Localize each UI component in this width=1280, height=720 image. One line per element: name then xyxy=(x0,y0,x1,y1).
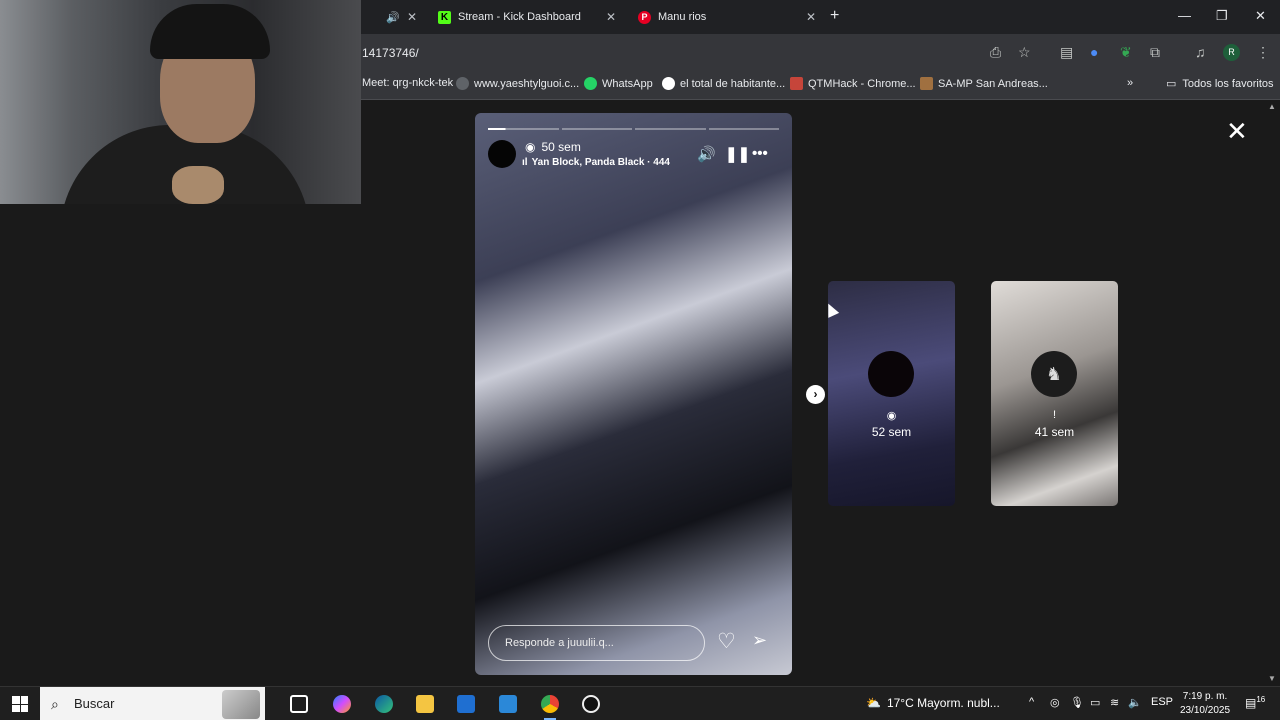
reply-input[interactable]: Responde a juuulii.q... xyxy=(488,625,705,661)
more-bookmarks-icon[interactable]: » xyxy=(1127,77,1133,89)
cloud-icon: ⛅ xyxy=(866,696,881,710)
task-view-icon[interactable] xyxy=(290,695,308,713)
menu-dots-icon[interactable]: ⋮ xyxy=(1256,44,1270,61)
story-music[interactable]: ıl Yan Block, Panda Black · 444 xyxy=(522,157,670,168)
close-icon[interactable]: ✕ xyxy=(407,10,417,24)
globe-icon xyxy=(456,77,469,90)
eye-icon: ◉ xyxy=(886,410,897,422)
puzzle-icon[interactable]: ⧉ xyxy=(1150,44,1160,61)
pinterest-icon: P xyxy=(638,10,651,24)
story-preview[interactable]: ♞ ! 41 sem xyxy=(991,281,1118,506)
tray-expand-icon[interactable]: ^ xyxy=(1029,696,1034,708)
qtm-icon xyxy=(790,77,803,90)
bookmark-yaeshty[interactable]: www.yaeshtylguoi.c... xyxy=(456,77,579,90)
scroll-down-arrow[interactable]: ▼ xyxy=(1268,674,1276,683)
notifications-button[interactable]: ▤16 xyxy=(1245,695,1265,710)
webcam-overlay xyxy=(0,0,361,204)
maximize-button[interactable]: ❐ xyxy=(1216,8,1228,24)
eye-icon: ◉ xyxy=(525,140,536,154)
tab-label: Manu rios xyxy=(658,11,707,23)
address-bar[interactable]: 14173746/ xyxy=(362,46,419,60)
file-explorer-icon[interactable] xyxy=(416,695,434,713)
bookmark-samp[interactable]: SA-MP San Andreas... xyxy=(920,77,1048,90)
screen: 🔊 ✕ K Stream - Kick Dashboard ✕ P Manu r… xyxy=(0,0,1280,720)
language-indicator[interactable]: ESP xyxy=(1151,696,1173,708)
tab-kick-dashboard[interactable]: K Stream - Kick Dashboard ✕ xyxy=(430,2,622,32)
tray-app-icon[interactable]: ◎ xyxy=(1050,696,1060,709)
preview-time: 41 sem xyxy=(1034,425,1075,439)
preview-avatar xyxy=(868,351,914,397)
scroll-up-arrow[interactable]: ▲ xyxy=(1268,102,1276,111)
story-views: ◉ 50 sem xyxy=(525,140,581,154)
bookmarks-folder[interactable]: ▭ Todos los favoritos xyxy=(1166,77,1274,91)
clock[interactable]: 7:19 p. m. 23/10/2025 xyxy=(1176,690,1234,718)
extension-green-icon[interactable]: ❦ xyxy=(1120,44,1132,61)
webcam-person-cap xyxy=(150,4,270,59)
samp-icon xyxy=(920,77,933,90)
speaker-icon: 🔊 xyxy=(386,11,400,24)
install-app-icon[interactable]: ⎙ xyxy=(990,44,1001,61)
start-button[interactable] xyxy=(12,696,28,712)
store-icon[interactable] xyxy=(457,695,475,713)
speaker-icon[interactable]: 🔈 xyxy=(1128,696,1142,709)
search-icon: ⌕ xyxy=(51,696,59,712)
new-tab-button[interactable]: + xyxy=(830,7,839,25)
story-progress xyxy=(488,128,779,130)
edge-icon[interactable] xyxy=(375,695,393,713)
window-close-button[interactable]: ✕ xyxy=(1255,8,1266,24)
close-viewer-button[interactable]: ✕ xyxy=(1226,118,1248,144)
tab-label: Stream - Kick Dashboard xyxy=(458,11,581,23)
music-bars-icon: ıl xyxy=(522,157,528,168)
tab-audio-playing[interactable]: 🔊 ✕ xyxy=(378,2,423,32)
webcam-shirt-print xyxy=(172,166,224,204)
exclamation-icon: ! xyxy=(1052,409,1057,421)
preview-avatar: ♞ xyxy=(1031,351,1077,397)
folder-icon: ▭ xyxy=(1166,78,1177,90)
wifi-icon[interactable]: ≋ xyxy=(1110,696,1119,709)
profile-avatar[interactable]: R xyxy=(1223,44,1240,61)
battery-icon[interactable]: ▭ xyxy=(1090,696,1100,709)
heart-icon[interactable]: ♡ xyxy=(717,631,736,652)
whatsapp-icon xyxy=(584,77,597,90)
story-preview[interactable]: ◉ 52 sem xyxy=(828,281,955,506)
close-icon[interactable]: ✕ xyxy=(806,10,816,24)
preview-time: 52 sem xyxy=(871,425,912,439)
taskbar: ⌕ Buscar ⛅ 17°C Mayorm. nubl... ^ ◎ 🎙 ▭ … xyxy=(0,686,1280,720)
media-control-icon[interactable]: ♫ xyxy=(1195,44,1206,60)
microphone-icon[interactable]: 🎙 xyxy=(1070,696,1084,709)
kick-icon: K xyxy=(438,10,451,24)
pause-icon[interactable]: ❚❚ xyxy=(725,145,750,163)
story-card[interactable]: ◉ 50 sem ıl Yan Block, Panda Black · 444… xyxy=(475,113,792,675)
bookmark-google[interactable]: el total de habitante... xyxy=(662,77,785,90)
mail-icon[interactable] xyxy=(499,695,517,713)
google-icon xyxy=(662,77,675,90)
bookmark-meet[interactable]: Meet: qrg-nkck-tek xyxy=(362,77,453,89)
reader-icon[interactable]: ▤ xyxy=(1060,44,1073,61)
next-story-button[interactable]: › xyxy=(806,385,825,404)
weather-widget[interactable]: ⛅ 17°C Mayorm. nubl... xyxy=(866,696,1000,710)
send-icon[interactable]: ➢ xyxy=(752,631,767,649)
minimize-button[interactable]: — xyxy=(1178,8,1191,23)
tab-manu-rios[interactable]: P Manu rios ✕ xyxy=(630,2,822,32)
chrome-icon[interactable] xyxy=(541,695,559,720)
obs-icon[interactable] xyxy=(582,695,600,713)
extension-blue-icon[interactable]: ● xyxy=(1090,44,1098,60)
more-options-icon[interactable]: ••• xyxy=(752,145,768,162)
close-icon[interactable]: ✕ xyxy=(606,10,616,24)
search-highlight-image xyxy=(222,690,260,719)
story-avatar[interactable] xyxy=(488,140,516,168)
volume-icon[interactable]: 🔊 xyxy=(697,145,716,163)
bookmark-whatsapp[interactable]: WhatsApp xyxy=(584,77,653,90)
bookmark-qtmhack[interactable]: QTMHack - Chrome... xyxy=(790,77,916,90)
copilot-icon[interactable] xyxy=(333,695,351,713)
star-icon[interactable]: ☆ xyxy=(1018,44,1031,61)
